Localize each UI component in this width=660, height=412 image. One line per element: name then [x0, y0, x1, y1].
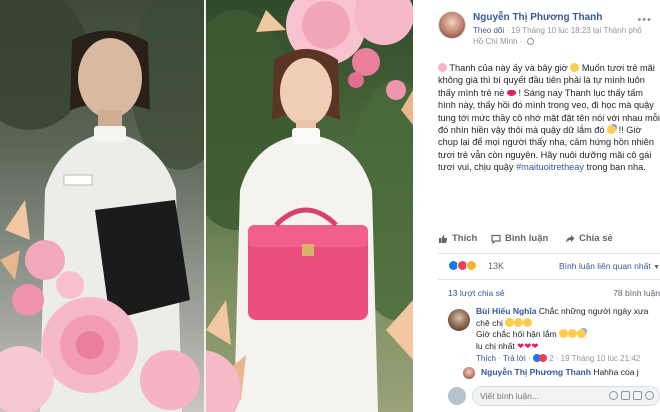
- like-button[interactable]: Thích: [438, 233, 477, 244]
- commenter-name[interactable]: Bùi Hiếu Nghĩa: [476, 306, 536, 316]
- comments-count[interactable]: 78 bình luận: [613, 288, 660, 298]
- share-button[interactable]: Chia sẻ: [565, 233, 613, 244]
- shares-count[interactable]: 13 lượt chia sẻ: [448, 288, 505, 298]
- comment-label: Bình luận: [505, 233, 549, 244]
- old-photo-figure: [0, 0, 206, 412]
- comment-sort-dropdown[interactable]: Bình luận liên quan nhất ▼: [559, 261, 660, 271]
- comment-text-part2: Giờ chắc hối hận lắm: [476, 329, 560, 339]
- sweat-emoji-icon: [607, 125, 617, 135]
- commenter-avatar[interactable]: [448, 309, 470, 331]
- laugh-emoji-icon: [505, 317, 515, 327]
- emoji-icon[interactable]: [609, 391, 618, 400]
- love-reaction-icon: [538, 354, 547, 362]
- like-label: Thích: [452, 233, 478, 244]
- new-photo-figure: [206, 0, 413, 412]
- thumbs-up-icon: [439, 234, 448, 243]
- comment-like-link[interactable]: Thích: [476, 354, 496, 363]
- ellipsis-icon[interactable]: •••: [637, 14, 652, 26]
- author-name[interactable]: Nguyễn Thị Phương Thanh: [473, 12, 602, 23]
- reactions-row: 13K Bình luận liên quan nhất ▼: [438, 260, 660, 274]
- author-avatar[interactable]: [438, 11, 466, 39]
- follow-link[interactable]: Theo dõi: [473, 26, 504, 35]
- stats-row: 13 lượt chia sẻ 78 bình luận: [438, 288, 660, 300]
- comment-reply-link[interactable]: Trả lời: [503, 354, 526, 363]
- sticker-icon[interactable]: [645, 391, 654, 400]
- comment-sort-label: Bình luận liên quan nhất: [559, 261, 651, 271]
- laugh-emoji-icon: [559, 329, 569, 338]
- reply-author-name[interactable]: Nguyễn Thị Phương Thanh: [481, 367, 591, 377]
- comment-text-part3: lu chị nhất: [476, 340, 518, 351]
- reply-body: Nguyễn Thị Phương Thanh Hahha coa j: [481, 367, 639, 377]
- reply-item: Nguyễn Thị Phương Thanh Hahha coa j: [463, 366, 660, 380]
- laugh-emoji-icon: [514, 317, 524, 327]
- hashtag-link[interactable]: #maituoitretheay: [516, 162, 584, 172]
- caret-down-icon: ▼: [653, 264, 660, 271]
- flower-emoji-icon: [438, 63, 447, 72]
- comment-icon: [491, 234, 501, 244]
- post-text: Thanh của này ấy và bây giờ Muốn tươi tr…: [438, 62, 660, 174]
- globe-icon: [526, 38, 534, 45]
- divider: [438, 253, 660, 254]
- lips-emoji-icon: [506, 89, 516, 96]
- gif-icon[interactable]: [633, 391, 642, 400]
- hearts-emoji-icon: ❤❤❤: [517, 340, 539, 351]
- laugh-emoji-icon: [568, 329, 578, 338]
- viewer-avatar: [448, 387, 466, 405]
- post-photo[interactable]: [0, 0, 413, 412]
- write-comment-box: [438, 385, 660, 407]
- post-actions: Thích Bình luận Chia sẻ: [438, 233, 660, 249]
- share-label: Chia sẻ: [579, 233, 613, 244]
- reply-text: Hahha coa j: [590, 367, 639, 377]
- laugh-emoji-icon: [523, 317, 533, 327]
- post-text-part1: Thanh của này ấy và bây giờ: [447, 63, 571, 73]
- comment-time[interactable]: 19 Tháng 10 lúc 21:42: [561, 354, 640, 363]
- camera-icon[interactable]: [621, 391, 630, 400]
- reaction-icons[interactable]: [448, 260, 477, 271]
- comment-meta: Thích · Trả lời · 2 · 19 Tháng 10 lúc 21…: [476, 354, 641, 363]
- share-icon: [565, 234, 575, 243]
- reply-avatar[interactable]: [463, 367, 475, 379]
- comment-reaction-count[interactable]: 2: [549, 354, 553, 363]
- post-meta: Theo dõi · 19 Tháng 10 lúc 18:23 tại Thà…: [473, 25, 653, 47]
- old-photo: [0, 0, 206, 412]
- post-panel: Nguyễn Thị Phương Thanh Theo dõi · 19 Th…: [413, 0, 660, 412]
- haha-reaction-icon: [466, 260, 477, 271]
- post-text-part5: trong bạn nha.: [584, 162, 646, 173]
- comment-input-tools: [609, 391, 654, 400]
- new-photo: [206, 0, 413, 412]
- divider: [438, 279, 660, 280]
- grin-emoji-icon: [570, 63, 580, 72]
- sweat-emoji-icon: [577, 329, 587, 338]
- comment-button[interactable]: Bình luận: [491, 233, 548, 244]
- comment-body: Bùi Hiếu Nghĩa Chắc những người ngày xưa…: [476, 306, 660, 352]
- reaction-count[interactable]: 13K: [488, 261, 504, 271]
- post-header: Nguyễn Thị Phương Thanh Theo dõi · 19 Th…: [413, 6, 660, 62]
